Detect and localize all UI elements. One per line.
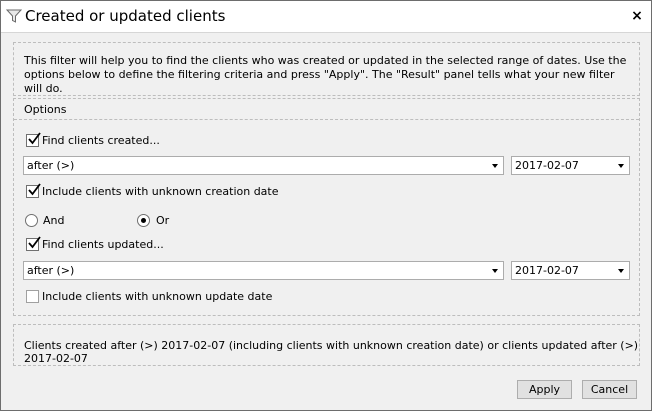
updated-condition-select[interactable]: after (>) [23, 261, 504, 280]
updated-date-picker[interactable]: 2017-02-07 [511, 261, 630, 280]
created-condition-select[interactable]: after (>) [23, 156, 504, 175]
options-divider [14, 119, 639, 120]
close-icon[interactable]: × [629, 8, 645, 24]
find-updated-label[interactable]: Find clients updated... [42, 238, 164, 251]
chevron-down-icon [618, 269, 624, 273]
chevron-down-icon [492, 269, 498, 273]
and-radio[interactable] [25, 214, 38, 227]
find-created-checkbox[interactable] [26, 132, 41, 147]
include-unknown-update-checkbox[interactable] [26, 290, 39, 303]
description-panel: This filter will help you to find the cl… [13, 42, 640, 96]
filter-dialog: Created or updated clients × This filter… [0, 0, 652, 411]
options-title: Options [24, 103, 67, 116]
created-date-picker[interactable]: 2017-02-07 [511, 156, 630, 175]
include-unknown-creation-checkbox[interactable] [26, 183, 41, 198]
title-bar: Created or updated clients × [1, 1, 651, 33]
apply-button[interactable]: Apply [517, 380, 572, 399]
find-updated-checkbox[interactable] [26, 236, 41, 251]
options-panel: Options Find clients created... after (>… [13, 98, 640, 316]
result-panel: Clients created after (>) 2017-02-07 (in… [13, 324, 640, 366]
checkmark-icon [28, 236, 41, 249]
cancel-button[interactable]: Cancel [582, 380, 637, 399]
chevron-down-icon [618, 164, 624, 168]
result-text: Clients created after (>) 2017-02-07 (in… [24, 339, 639, 365]
include-unknown-creation-label[interactable]: Include clients with unknown creation da… [42, 185, 279, 198]
chevron-down-icon [492, 164, 498, 168]
find-created-label[interactable]: Find clients created... [42, 134, 160, 147]
checkmark-icon [28, 183, 41, 196]
radio-selected-dot [141, 218, 146, 223]
and-label[interactable]: And [43, 214, 64, 227]
window-title: Created or updated clients [25, 7, 226, 25]
or-radio[interactable] [137, 214, 150, 227]
created-condition-value: after (>) [27, 159, 75, 172]
checkmark-icon [28, 132, 41, 145]
updated-condition-value: after (>) [27, 264, 75, 277]
include-unknown-update-label[interactable]: Include clients with unknown update date [42, 290, 272, 303]
funnel-icon [5, 8, 23, 24]
updated-date-value: 2017-02-07 [515, 264, 579, 277]
created-date-value: 2017-02-07 [515, 159, 579, 172]
description-text: This filter will help you to find the cl… [24, 54, 627, 95]
or-label[interactable]: Or [156, 214, 169, 227]
